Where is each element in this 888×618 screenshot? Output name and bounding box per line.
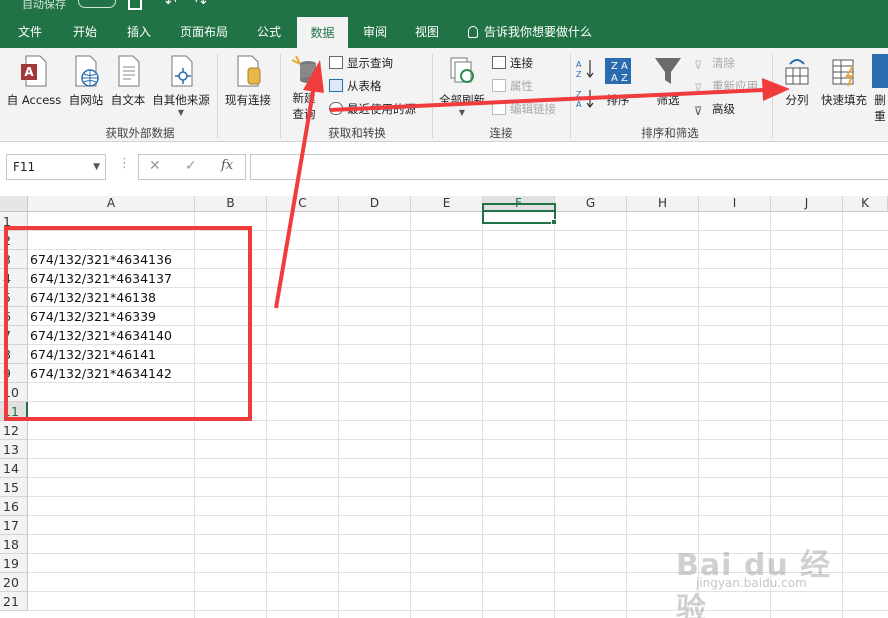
annotation-arrows — [274, 60, 790, 309]
annotation-arrow-to-data-tab — [274, 60, 324, 309]
baidu-jingyan-watermark: Bai du 经验 jingyan.baidu.com — [676, 540, 846, 618]
watermark-url: jingyan.baidu.com — [696, 576, 807, 590]
annotation-arrow-to-text-to-columns — [329, 78, 790, 112]
